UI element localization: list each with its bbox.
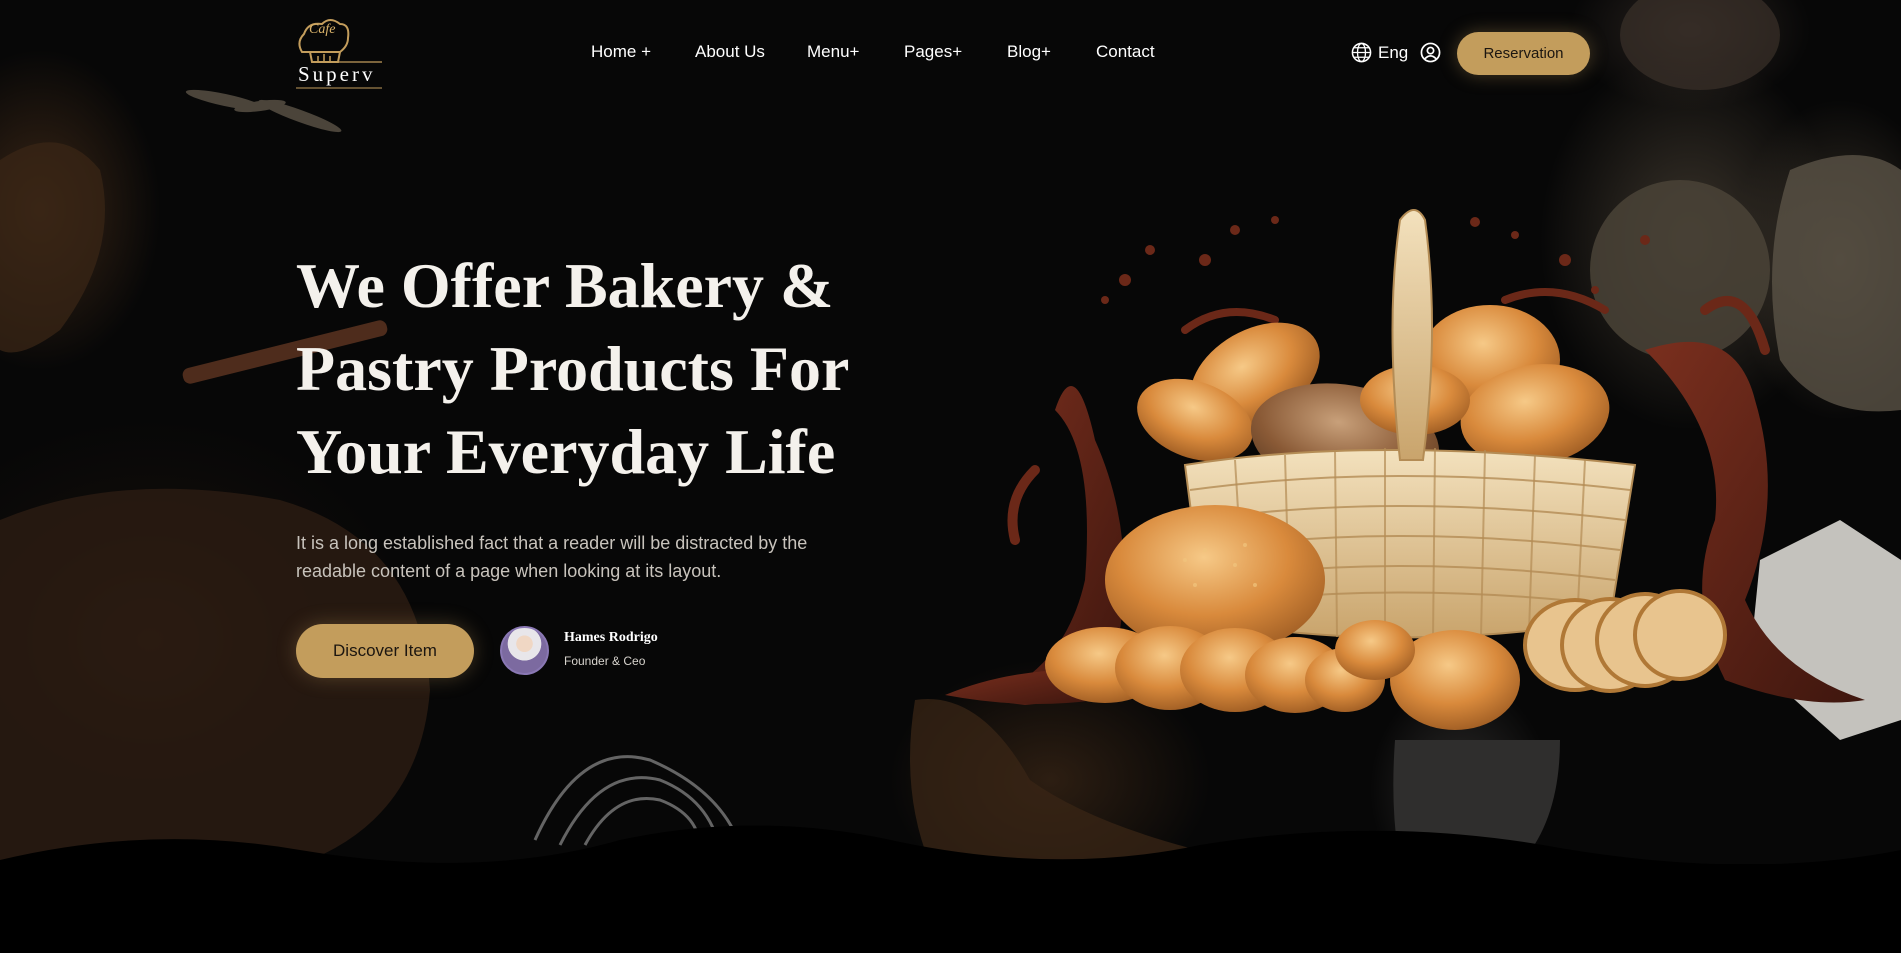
hero-title-line: Your Everyday Life bbox=[296, 416, 836, 487]
nav-about-us[interactable]: About Us bbox=[695, 42, 765, 62]
discover-item-button[interactable]: Discover Item bbox=[296, 624, 474, 678]
nav-contact[interactable]: Contact bbox=[1096, 42, 1155, 62]
hero-title-line: Pastry Products For bbox=[296, 333, 850, 404]
nav-blog[interactable]: Blog+ bbox=[1007, 42, 1051, 62]
language-selector[interactable]: Eng bbox=[1351, 42, 1408, 63]
hero-title-line: We Offer Bakery & bbox=[296, 250, 834, 321]
nav-menu[interactable]: Menu+ bbox=[807, 42, 859, 62]
hero-description-line: It is a long established fact that a rea… bbox=[296, 533, 808, 553]
nav-pages[interactable]: Pages+ bbox=[904, 42, 962, 62]
avatar bbox=[500, 626, 549, 675]
globe-icon bbox=[1351, 42, 1372, 63]
hero-description: It is a long established fact that a rea… bbox=[296, 529, 856, 585]
logo-badge: Cafe bbox=[309, 22, 336, 37]
author-role: Founder & Ceo bbox=[564, 654, 646, 668]
nav-home[interactable]: Home + bbox=[591, 42, 651, 62]
author-name: Hames Rodrigo bbox=[564, 630, 658, 645]
logo-text[interactable]: Superv bbox=[298, 62, 376, 87]
hero-title: We Offer Bakery & Pastry Products For Yo… bbox=[296, 244, 916, 493]
user-icon[interactable] bbox=[1420, 42, 1441, 63]
bread-basket-image bbox=[945, 209, 1865, 730]
hero-description-line: readable content of a page when looking … bbox=[296, 561, 722, 581]
reservation-button[interactable]: Reservation bbox=[1457, 32, 1590, 75]
language-label: Eng bbox=[1378, 42, 1409, 62]
